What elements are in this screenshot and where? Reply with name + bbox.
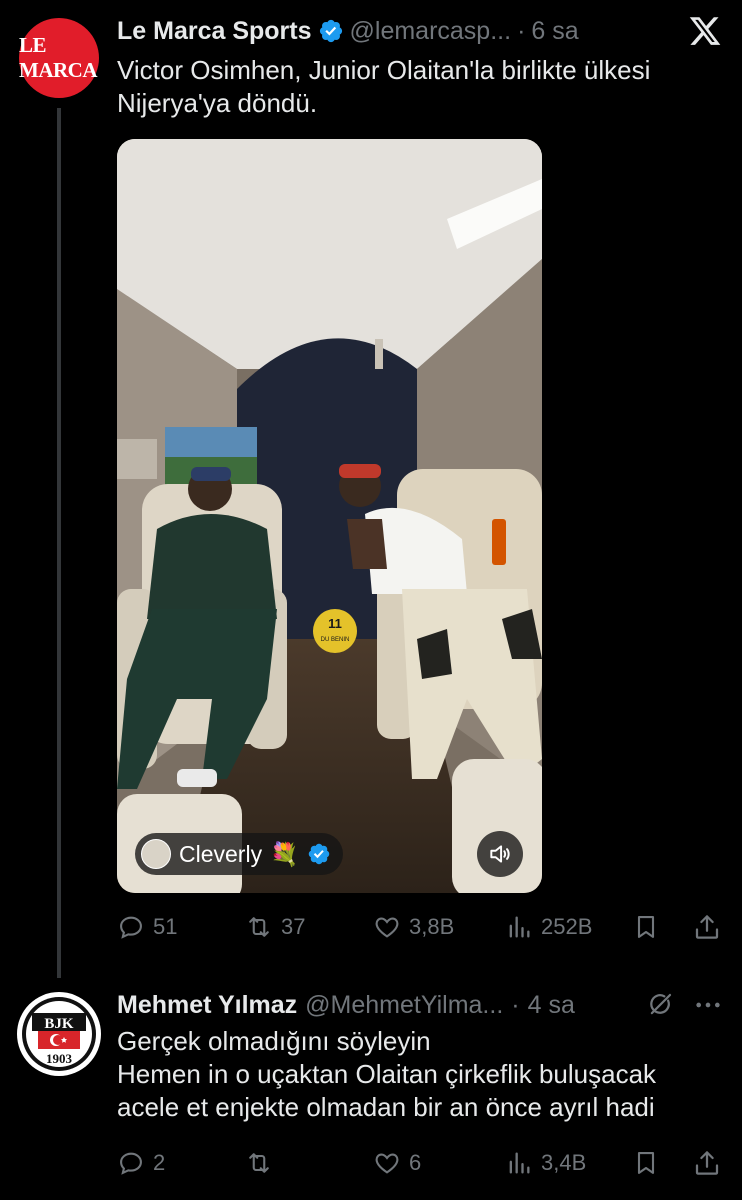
views-icon	[509, 916, 530, 938]
tweet-video[interactable]: 11 DU BENIN	[117, 139, 542, 893]
video-frame: 11 DU BENIN	[117, 139, 542, 893]
author-handle[interactable]: @MehmetYilma...	[305, 991, 503, 1020]
crest-year: 1903	[46, 1051, 73, 1066]
timestamp[interactable]: 6 sa	[531, 17, 578, 46]
repost-icon	[249, 1153, 269, 1173]
avatar[interactable]: LE MARCA	[19, 18, 99, 98]
author-name[interactable]: Mehmet Yılmaz	[117, 991, 297, 1020]
reply-button[interactable]: 2	[117, 1149, 165, 1177]
tweet-text-line: acele et enjekte olmadan bir an önce ayr…	[117, 1092, 655, 1122]
avatar[interactable]: BJK 1903	[17, 992, 101, 1076]
verified-badge-icon	[319, 19, 342, 43]
attribution-avatar	[141, 839, 171, 869]
separator-dot: ·	[517, 16, 526, 45]
tweet-text-line: Gerçek olmadığını söyleyin	[117, 1026, 431, 1056]
tweet-header: Le Marca Sports @lemarcasp... · 6 sa	[117, 14, 579, 48]
reply-button[interactable]: 51	[117, 913, 177, 941]
attribution-name: Cleverly	[179, 840, 263, 867]
repost-button[interactable]	[245, 1149, 281, 1177]
views-icon	[509, 1152, 530, 1174]
bookmark-icon[interactable]	[632, 912, 660, 942]
reply-icon	[120, 1152, 142, 1175]
repost-count: 37	[281, 914, 306, 939]
like-button[interactable]: 3,8B	[373, 913, 454, 941]
like-count: 3,8B	[409, 914, 455, 939]
repost-icon	[249, 917, 269, 937]
like-count: 6	[409, 1150, 422, 1175]
tweet-text: Victor Osimhen, Junior Olaitan'la birlik…	[117, 55, 651, 118]
share-icon[interactable]	[692, 1148, 722, 1178]
like-icon	[375, 1153, 399, 1174]
tweet-text: Gerçek olmadığını söyleyin Hemen in o uç…	[117, 1025, 727, 1124]
views-count: 252B	[541, 914, 593, 939]
avatar-logo-text: LE MARCA	[19, 33, 97, 82]
reply-count: 2	[153, 1150, 166, 1175]
reply-count: 51	[153, 914, 178, 939]
like-icon	[375, 917, 399, 938]
attribution-emoji: 💐	[270, 840, 299, 867]
crest-letters: BJK	[44, 1016, 74, 1032]
grok-icon[interactable]	[645, 990, 675, 1020]
club-crest: BJK 1903	[22, 997, 96, 1071]
bookmark-icon[interactable]	[632, 1148, 660, 1178]
views-button[interactable]: 252B	[505, 913, 592, 941]
x-logo-icon[interactable]	[688, 14, 722, 48]
separator-dot: ·	[511, 990, 520, 1019]
author-name[interactable]: Le Marca Sports	[117, 17, 312, 46]
share-icon[interactable]	[692, 912, 722, 942]
repost-button[interactable]: 37	[245, 913, 305, 941]
tweet-header: Mehmet Yılmaz @MehmetYilma... · 4 sa	[117, 988, 575, 1022]
views-button[interactable]: 3,4B	[505, 1149, 586, 1177]
like-button[interactable]: 6	[373, 1149, 421, 1177]
timestamp[interactable]: 4 sa	[528, 991, 575, 1020]
tweet-text-line: Hemen in o uçaktan Olaitan çirkeflik bul…	[117, 1059, 657, 1089]
video-attribution[interactable]: Cleverly 💐	[135, 833, 343, 875]
volume-icon	[490, 845, 510, 863]
reply-icon	[120, 916, 142, 939]
more-icon[interactable]	[694, 995, 722, 1015]
watermark-number: 11	[328, 616, 342, 631]
thread-line	[57, 108, 61, 978]
volume-button[interactable]	[477, 831, 523, 877]
watermark-label: DU BENIN	[321, 637, 350, 643]
views-count: 3,4B	[541, 1150, 587, 1175]
verified-badge-icon	[308, 843, 329, 865]
author-handle[interactable]: @lemarcasp...	[350, 17, 512, 46]
